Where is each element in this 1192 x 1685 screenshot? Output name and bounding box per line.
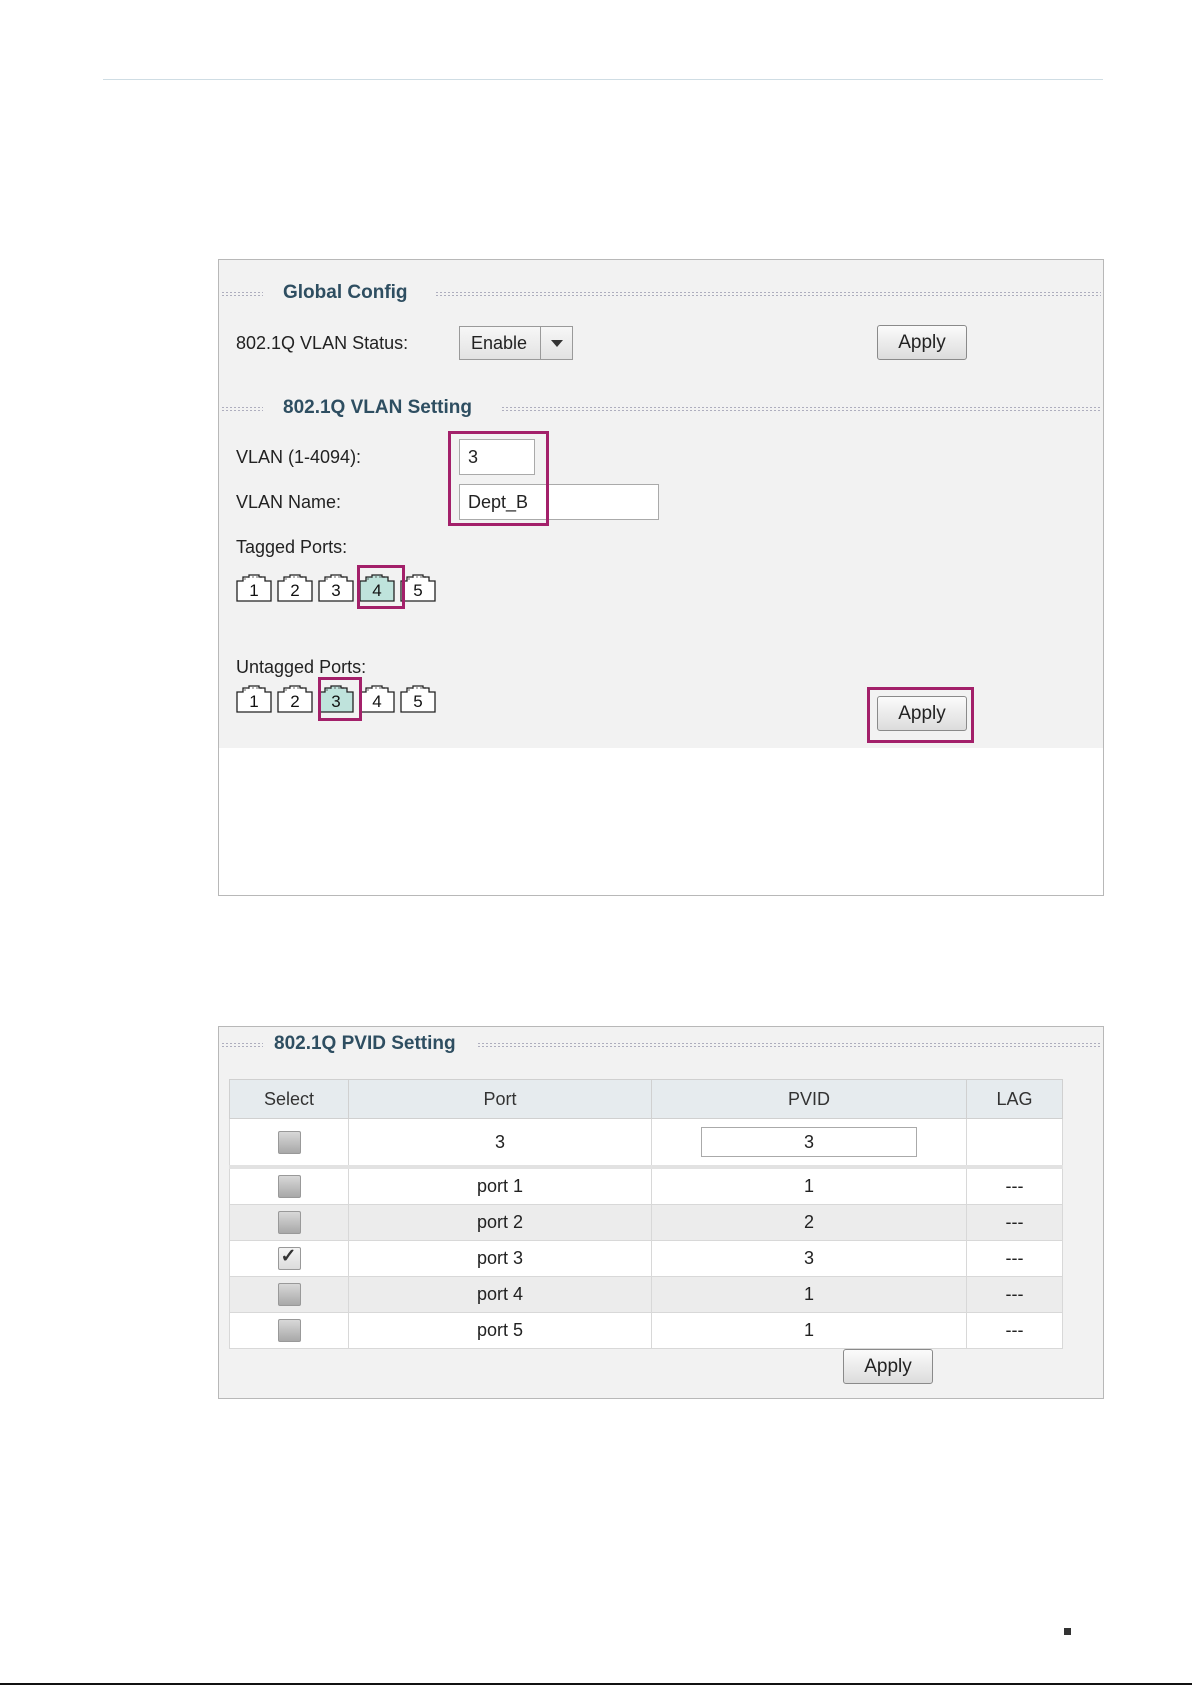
pvid-cell: 1 — [651, 1166, 967, 1205]
edit-lag-cell — [966, 1118, 1063, 1169]
vlan-config-panel: Global Config 802.1Q VLAN Status: Enable… — [218, 259, 1104, 896]
header-dots-left — [221, 291, 263, 297]
pvid-cell: 3 — [651, 1240, 967, 1277]
vlan-name-input[interactable]: Dept_B — [459, 484, 659, 520]
select-cell: ✓ — [229, 1240, 349, 1277]
port-cell: port 5 — [348, 1312, 652, 1349]
column-header-lag: LAG — [966, 1079, 1063, 1119]
pvid-input[interactable]: 3 — [701, 1127, 917, 1157]
header-dots-right — [435, 291, 1101, 297]
pvid-cell: 2 — [651, 1204, 967, 1241]
edit-row: 3 3 — [229, 1118, 1063, 1169]
page-marker — [1064, 1628, 1071, 1635]
select-cell — [229, 1166, 349, 1205]
vlan-setting-title: 802.1Q VLAN Setting — [283, 397, 472, 418]
untagged-port-5[interactable]: 5 — [400, 685, 436, 713]
untagged-port-3[interactable]: 3 — [318, 685, 354, 713]
tagged-port-1[interactable]: 1 — [236, 574, 272, 602]
tagged-port-3[interactable]: 3 — [318, 574, 354, 602]
top-divider — [103, 79, 1103, 80]
vlan-status-select[interactable]: Enable — [459, 326, 573, 360]
port-cell: port 1 — [348, 1166, 652, 1205]
lag-cell: --- — [966, 1166, 1063, 1205]
edit-pvid-cell: 3 — [651, 1118, 967, 1169]
pvid-apply-button[interactable]: Apply — [843, 1349, 933, 1384]
untagged-port-selector: 1 2 3 4 5 — [236, 685, 446, 713]
select-all-checkbox[interactable] — [277, 1130, 301, 1154]
port-cell: port 2 — [348, 1204, 652, 1241]
header-dots-left — [221, 406, 263, 412]
table-row: port 4 1 --- — [229, 1276, 1063, 1313]
port-cell: port 4 — [348, 1276, 652, 1313]
column-header-select: Select — [229, 1079, 349, 1119]
tagged-port-4[interactable]: 4 — [359, 574, 395, 602]
dropdown-toggle[interactable] — [540, 327, 572, 359]
port-number: 3 — [331, 692, 341, 711]
port-number: 2 — [290, 692, 300, 711]
edit-select-cell — [229, 1118, 349, 1169]
vlan-name-label: VLAN Name: — [236, 492, 342, 512]
select-cell — [229, 1204, 349, 1241]
row-checkbox[interactable] — [277, 1319, 301, 1342]
port-number: 1 — [249, 692, 259, 711]
global-config-title: Global Config — [283, 282, 408, 303]
port-number: 5 — [413, 692, 423, 711]
row-checkbox[interactable] — [277, 1283, 301, 1306]
global-config-header: Global Config — [219, 282, 1103, 306]
port-cell: port 3 — [348, 1240, 652, 1277]
edit-port-cell: 3 — [348, 1118, 652, 1169]
port-number: 1 — [249, 581, 259, 600]
tagged-port-5[interactable]: 5 — [400, 574, 436, 602]
port-number: 3 — [331, 581, 341, 600]
port-number: 4 — [372, 692, 382, 711]
check-icon: ✓ — [280, 1246, 297, 1267]
column-header-pvid: PVID — [651, 1079, 967, 1119]
vlan-status-value: Enable — [471, 333, 528, 353]
vlan-id-input[interactable]: 3 — [459, 439, 535, 475]
table-header-row: Select Port PVID LAG — [229, 1079, 1063, 1119]
pvid-cell: 1 — [651, 1276, 967, 1313]
select-cell — [229, 1276, 349, 1313]
pvid-setting-header: 802.1Q PVID Setting — [219, 1033, 1103, 1057]
pvid-table: Select Port PVID LAG 3 3 port 1 1 --- port … — [229, 1079, 1063, 1349]
vlan-apply-button[interactable]: Apply — [877, 696, 967, 731]
header-dots-right — [477, 1042, 1101, 1048]
pvid-setting-panel: 802.1Q PVID Setting Select Port PVID LAG… — [218, 1026, 1104, 1399]
untagged-ports-label: Untagged Ports: — [236, 657, 367, 677]
port-number: 4 — [372, 581, 382, 600]
row-checkbox[interactable] — [277, 1175, 301, 1198]
tagged-port-2[interactable]: 2 — [277, 574, 313, 602]
chevron-down-icon — [551, 340, 563, 347]
lag-cell: --- — [966, 1276, 1063, 1313]
lag-cell: --- — [966, 1312, 1063, 1349]
select-cell — [229, 1312, 349, 1349]
pvid-setting-title: 802.1Q PVID Setting — [274, 1033, 456, 1054]
table-row: port 2 2 --- — [229, 1204, 1063, 1241]
untagged-port-1[interactable]: 1 — [236, 685, 272, 713]
vlan-setting-header: 802.1Q VLAN Setting — [219, 397, 1103, 421]
untagged-port-4[interactable]: 4 — [359, 685, 395, 713]
table-row: port 5 1 --- — [229, 1312, 1063, 1349]
port-number: 5 — [413, 581, 423, 600]
header-dots-left — [221, 1042, 263, 1048]
lag-cell: --- — [966, 1240, 1063, 1277]
lag-cell: --- — [966, 1204, 1063, 1241]
table-row: port 1 1 --- — [229, 1166, 1063, 1205]
untagged-port-2[interactable]: 2 — [277, 685, 313, 713]
tagged-port-selector: 1 2 3 4 5 — [236, 574, 446, 602]
vlan-id-label: VLAN (1-4094): — [236, 447, 362, 467]
column-header-port: Port — [348, 1079, 652, 1119]
row-checkbox[interactable]: ✓ — [277, 1246, 301, 1270]
global-apply-button[interactable]: Apply — [877, 325, 967, 360]
pvid-cell: 1 — [651, 1312, 967, 1349]
vlan-status-label: 802.1Q VLAN Status: — [236, 333, 409, 353]
port-number: 2 — [290, 581, 300, 600]
table-row: ✓ port 3 3 --- — [229, 1240, 1063, 1277]
row-checkbox[interactable] — [277, 1211, 301, 1234]
header-dots-right — [501, 406, 1101, 412]
tagged-ports-label: Tagged Ports: — [236, 537, 348, 557]
